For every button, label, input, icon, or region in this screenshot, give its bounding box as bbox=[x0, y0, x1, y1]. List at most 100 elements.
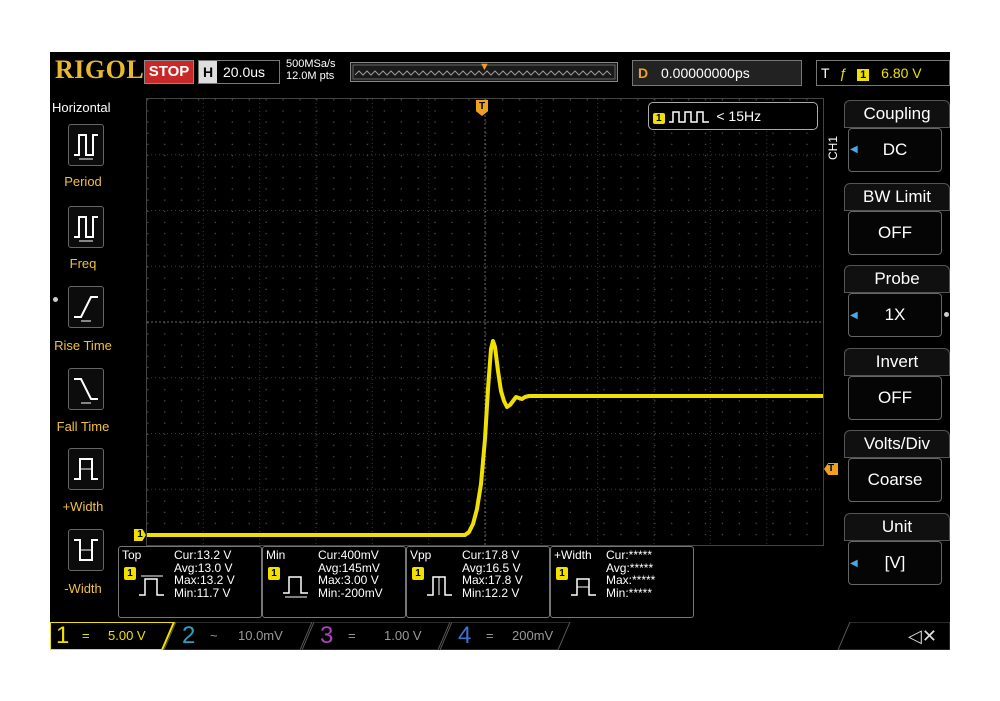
min-measure-icon bbox=[283, 576, 308, 598]
probe-header: Probe bbox=[844, 265, 950, 293]
timebase-value: 20.0us bbox=[223, 64, 266, 80]
rising-edge-icon: ƒ bbox=[839, 65, 848, 81]
freq-label: Freq bbox=[69, 256, 97, 271]
negative-width-icon bbox=[74, 539, 98, 561]
rise-time-icon bbox=[74, 296, 98, 322]
measurement-cur: Cur:400mV bbox=[318, 548, 379, 562]
coupling-header: Coupling bbox=[844, 100, 950, 128]
left-menu-title: Horizontal bbox=[52, 100, 111, 115]
measurement-name: Vpp bbox=[410, 548, 432, 562]
coupling-button[interactable]: DC bbox=[848, 128, 942, 172]
memory-depth: 12.0M pts bbox=[286, 70, 335, 82]
measurement-max: Max:17.8 V bbox=[462, 573, 523, 587]
negative-width-button[interactable] bbox=[68, 529, 104, 571]
probe-arrow-icon: ◀ bbox=[850, 310, 858, 321]
positive-width-label: +Width bbox=[62, 499, 104, 514]
negative-width-label: -Width bbox=[64, 581, 102, 596]
measurement-max: Max:3.00 V bbox=[318, 573, 379, 587]
run-stop-indicator[interactable]: STOP bbox=[144, 60, 194, 84]
measurement-top[interactable]: Top 1 Cur:13.2 V Avg:13.0 V Max:13.2 V M… bbox=[118, 546, 262, 618]
oscilloscope-screen: RIGOL STOP H 20.0us 500MSa/s 12.0M pts ▼ … bbox=[50, 52, 950, 650]
period-button[interactable] bbox=[68, 124, 104, 166]
measurement-vpp[interactable]: Vpp 1 Cur:17.8 V Avg:16.5 V Max:17.8 V M… bbox=[406, 546, 550, 618]
vpp-measure-icon bbox=[427, 576, 452, 596]
ch1-ground-marker[interactable]: 1 bbox=[134, 529, 146, 541]
measurement-min: Min:11.7 V bbox=[174, 585, 231, 600]
channel-3-scale: 1.00 V bbox=[384, 628, 422, 643]
measurement-min: Min:12.2 V bbox=[462, 585, 520, 600]
unit-arrow-icon: ◀ bbox=[850, 558, 858, 569]
channel-2-number: 2 bbox=[182, 622, 196, 649]
scroll-dot-left bbox=[53, 297, 58, 302]
measurement-ch1-badge: 1 bbox=[412, 567, 424, 580]
channel-1-number: 1 bbox=[56, 622, 70, 649]
measurement-cur: Cur:17.8 V bbox=[462, 548, 520, 562]
unit-header: Unit bbox=[844, 513, 950, 541]
volts-div-header: Volts/Div bbox=[844, 430, 950, 458]
square-wave-icon bbox=[669, 111, 710, 124]
channel-3-number: 3 bbox=[320, 622, 334, 649]
waveform-grid[interactable] bbox=[146, 98, 824, 546]
freq-icon bbox=[74, 216, 98, 242]
channel-2-coupling: ~ bbox=[210, 628, 218, 643]
measurement-min[interactable]: Min 1 Cur:400mV Avg:145mV Max:3.00 V Min… bbox=[262, 546, 406, 618]
invert-button[interactable]: OFF bbox=[848, 376, 942, 420]
delay-value: 0.00000000ps bbox=[661, 65, 750, 81]
trigger-box[interactable]: T ƒ 1 6.80 V bbox=[816, 60, 950, 86]
freq-value: < 15Hz bbox=[716, 108, 762, 124]
acquisition-info: 500MSa/s 12.0M pts bbox=[286, 58, 336, 82]
trigger-level-marker[interactable]: T bbox=[824, 463, 838, 475]
channel-1-coupling: = bbox=[82, 628, 90, 643]
measurement-ch1-badge: 1 bbox=[556, 567, 568, 580]
channel-4-coupling: = bbox=[486, 628, 494, 643]
frequency-counter[interactable]: 1 < 15Hz bbox=[648, 102, 818, 130]
timeline-trigger-marker: ▼ bbox=[479, 62, 490, 73]
rise-time-button[interactable] bbox=[68, 286, 104, 328]
channel-1-button[interactable]: 1 = 5.00 V bbox=[50, 622, 162, 650]
measurement-ch1-badge: 1 bbox=[124, 567, 136, 580]
top-measure-icon bbox=[139, 575, 164, 596]
channel-4-button[interactable]: 4 = 200mV bbox=[452, 622, 570, 650]
delay-box[interactable]: D 0.00000000ps bbox=[632, 60, 802, 86]
memory-timeline[interactable]: ▼ bbox=[350, 62, 618, 82]
trigger-level-value: 6.80 V bbox=[881, 65, 922, 81]
trigger-label: T bbox=[821, 65, 830, 81]
delay-label: D bbox=[637, 65, 649, 81]
measurement-name: +Width bbox=[554, 548, 592, 562]
scroll-dot-right bbox=[944, 312, 949, 317]
measurement-ch1-badge: 1 bbox=[268, 567, 280, 580]
ch1-menu-label: CH1 bbox=[826, 135, 840, 160]
channel-bar: 1 = 5.00 V 2 ~ 10.0mV 3 = 1.00 V 4 = 200… bbox=[50, 622, 950, 650]
period-label: Period bbox=[64, 174, 102, 189]
unit-button[interactable]: [V] bbox=[848, 541, 942, 585]
fall-time-button[interactable] bbox=[68, 368, 104, 410]
measurement-min: Min:-200mV bbox=[318, 585, 383, 600]
channel-4-scale: 200mV bbox=[512, 628, 554, 643]
channel-3-coupling: = bbox=[348, 628, 356, 643]
bw-limit-button[interactable]: OFF bbox=[848, 211, 942, 255]
measurement-name: Min bbox=[266, 548, 286, 562]
rise-time-label: Rise Time bbox=[54, 338, 112, 353]
freq-button[interactable] bbox=[68, 206, 104, 248]
timebase-box[interactable]: H 20.0us bbox=[198, 60, 280, 84]
horizontal-label: H bbox=[199, 61, 217, 83]
coupling-arrow-icon: ◀ bbox=[850, 144, 858, 155]
channel-1-scale: 5.00 V bbox=[108, 628, 146, 643]
measurement-name: Top bbox=[122, 548, 142, 562]
channel-3-button[interactable]: 3 = 1.00 V bbox=[314, 622, 444, 650]
period-icon bbox=[74, 134, 98, 160]
fall-time-label: Fall Time bbox=[56, 419, 110, 434]
probe-button[interactable]: 1X bbox=[848, 293, 942, 337]
freq-channel-badge: 1 bbox=[653, 113, 665, 124]
positive-width-button[interactable] bbox=[68, 448, 104, 490]
channel-2-button[interactable]: 2 ~ 10.0mV bbox=[176, 622, 306, 650]
volts-div-button[interactable]: Coarse bbox=[848, 458, 942, 502]
brand-logo: RIGOL bbox=[55, 55, 145, 84]
measurement-min: Min:***** bbox=[606, 585, 653, 600]
channel-4-number: 4 bbox=[458, 622, 472, 649]
channel-2-scale: 10.0mV bbox=[238, 628, 283, 643]
measurement-positive-width[interactable]: +Width 1 Cur:***** Avg:***** Max:***** M… bbox=[550, 546, 694, 618]
measurement-max: Max:13.2 V bbox=[174, 573, 235, 587]
speaker-mute-icon[interactable]: ◁✕ bbox=[908, 626, 937, 647]
waveform-display bbox=[147, 99, 823, 545]
